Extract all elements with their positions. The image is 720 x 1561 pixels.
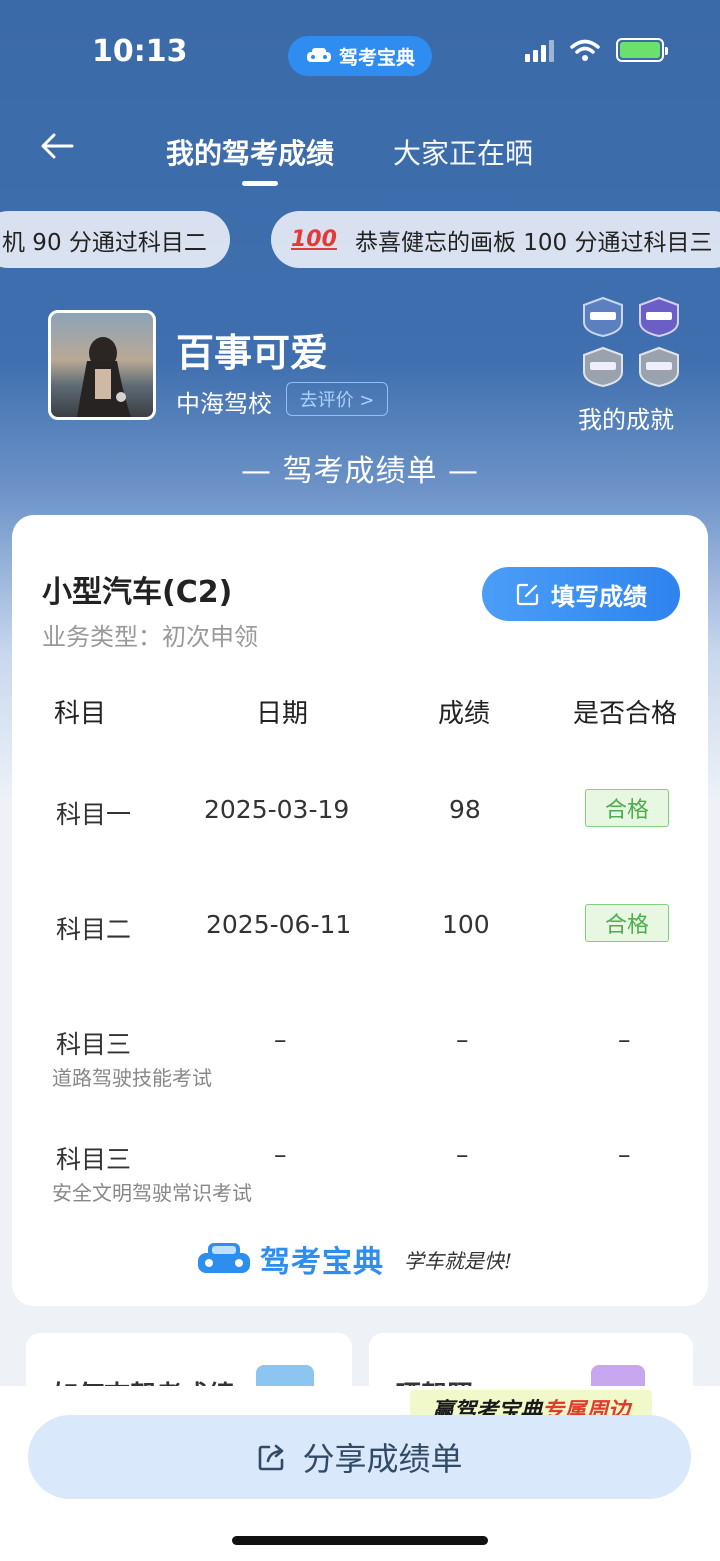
ticker-text: 机 90 分通过科目二 [2,229,207,256]
rate-school-button[interactable]: 去评价 > [286,382,388,416]
battery-icon [616,38,668,62]
row-score: 100 [442,910,490,939]
share-button-label: 分享成绩单 [302,1440,463,1478]
row-date: 2025-06-11 [206,910,352,939]
header-score: 成绩 [438,699,491,729]
row-score: 98 [449,795,481,824]
status-time: 10:13 [92,34,188,69]
row-score: – [456,1025,469,1054]
home-indicator[interactable] [232,1536,488,1545]
brand-logo-text: 驾考宝典 [260,1245,384,1280]
section-title: — 驾考成绩单 — [240,454,480,489]
hundred-points-icon: 100 [291,227,337,252]
subject-three-badge-icon [583,346,623,388]
status-bar: 10:13 驾考宝典 [0,0,720,100]
share-scores-button[interactable]: 分享成绩单 [28,1415,691,1499]
row-date: – [274,1140,287,1169]
ticker-item: 100 恭喜健忘的画板 100 分通过科目三 [271,211,720,268]
pass-badge: 合格 [585,904,669,942]
business-type: 业务类型：初次申领 [42,623,258,651]
fill-score-button[interactable]: 填写成绩 [482,567,680,621]
avatar-portrait-image [77,337,131,417]
score-card: 小型汽车(C2) 业务类型：初次申领 填写成绩 科目 日期 成绩 是否合格 科目… [12,515,708,1306]
ticker-item: 机 90 分通过科目二 [0,211,230,268]
active-tab-indicator [242,181,278,186]
fill-score-label: 填写成绩 [551,582,647,611]
pass-badge: 合格 [585,789,669,827]
achievement-badges[interactable] [578,296,684,388]
tab-everyone-sharing[interactable]: 大家正在晒 [393,132,533,172]
tab-my-scores[interactable]: 我的驾考成绩 [166,132,334,172]
subject-four-badge-icon [639,346,679,388]
row-date: – [274,1025,287,1054]
wifi-icon [570,39,600,61]
subject-two-badge-icon [639,296,679,338]
header-pass: 是否合格 [573,699,678,729]
row-subject: 科目二 [56,915,132,944]
row-subject-desc: 道路驾驶技能考试 [52,1066,212,1090]
brand-slogan: 学车就是快! [404,1248,513,1273]
subject-one-badge-icon [583,296,623,338]
row-score: – [456,1140,469,1169]
user-name: 百事可爱 [176,331,329,375]
edit-icon [516,583,539,606]
avatar[interactable] [48,310,156,420]
cellular-signal-icon [525,38,554,62]
car-logo-icon [198,1243,250,1273]
row-subject: 科目三 [56,1030,132,1059]
header-date: 日期 [256,699,309,729]
row-subject: 科目一 [56,800,132,829]
license-type: 小型汽车(C2) [42,575,233,610]
row-subject-desc: 安全文明驾驶常识考试 [52,1181,252,1205]
brand-logo: 驾考宝典 学车就是快! [196,1237,512,1281]
app-pill-label: 驾考宝典 [338,46,415,69]
row-pass: – [618,1025,631,1054]
app-indicator-pill[interactable]: 驾考宝典 [288,36,432,76]
car-icon [306,48,331,62]
row-pass: – [618,1140,631,1169]
my-achievements-label[interactable]: 我的成就 [578,400,674,435]
driving-school-name: 中海驾校 [176,390,272,418]
header-subject: 科目 [54,699,107,729]
ticker-text: 恭喜健忘的画板 100 分通过科目三 [354,229,713,256]
row-date: 2025-03-19 [204,795,350,824]
back-arrow-icon[interactable] [38,126,78,166]
share-icon [259,1444,284,1471]
row-subject: 科目三 [56,1145,132,1174]
